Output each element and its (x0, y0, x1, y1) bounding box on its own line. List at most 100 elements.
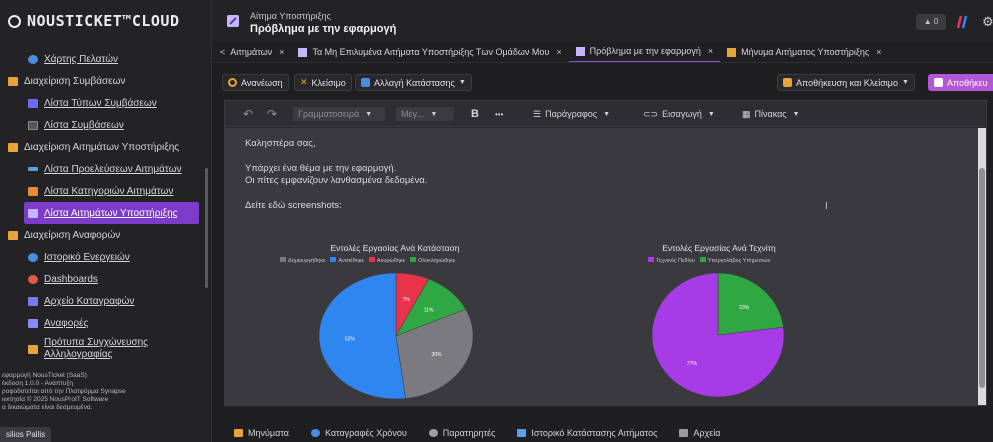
sidebar-item-mail-merge-templates[interactable]: Πρότυπα Συγχώνευσης Αλληλογραφίας (0, 334, 211, 364)
logo-icon (8, 14, 21, 28)
sidebar-group-tickets[interactable]: Διαχείριση Αιτημάτων Υποστήριξης (0, 136, 211, 158)
close-icon[interactable]: × (279, 47, 284, 57)
sidebar-item-logs[interactable]: Αρχείο Καταγραφών (0, 290, 211, 312)
legend-item[interactable]: Ανατέθηκε (325, 257, 364, 264)
legend-swatch (699, 257, 706, 262)
close-label: Κλείσιμο (311, 77, 346, 88)
legend-item[interactable]: Υπεργολάβος Υπηρεσιών (695, 257, 770, 264)
save-and-close-button[interactable]: Αποθήκευση και Κλείσιμο ▼ (777, 74, 915, 91)
editor-content[interactable]: Καλησπέρα σας, Υπάρχει ένα θέμα με την ε… (225, 128, 980, 405)
insert-menu[interactable]: ⊂⊃ Εισαγωγή ▼ (643, 107, 715, 121)
insert-label: Εισαγωγή (662, 109, 702, 119)
record-toolbar: Ανανέωση ✕ Κλείσιμο Αλλαγή Κατάστασης ▼ … (212, 63, 993, 103)
pie-chart-technician: 23% 77% (651, 272, 785, 398)
paragraph-icon: ☰ (533, 108, 542, 119)
footer-line: εφαρμογή NousTicket (SaaS) (2, 372, 87, 379)
pie-slice[interactable] (318, 272, 406, 400)
font-size-select[interactable]: Μέγ... ▼ (396, 107, 454, 121)
user-name-chip[interactable]: silios Pallis (0, 427, 52, 442)
tab-unresolved-tickets[interactable]: Τα Μη Επιλυμένα Αιτήματα Υποστήριξης Των… (291, 42, 568, 62)
paragraph-select[interactable]: ☰ Παράγραφος ▼ (533, 107, 610, 121)
table-icon: ▦ (742, 108, 751, 119)
brand-mark-icon[interactable] (955, 15, 969, 29)
sidebar-group-reports[interactable]: Διαχείριση Αναφορών (0, 224, 211, 246)
bold-button[interactable]: B (471, 107, 479, 121)
app-window: NOUSTICKET™CLOUD Χάρτης Πελατών Διαχείρι… (0, 0, 993, 442)
slice-label: 30% (431, 352, 442, 358)
font-family-select[interactable]: Γραμματοσειρά ▼ (293, 107, 385, 121)
watcher-icon (428, 429, 438, 437)
legend-item[interactable]: Ολοκληρώθηκε (405, 257, 455, 264)
refresh-button[interactable]: Ανανέωση (222, 74, 289, 91)
close-icon[interactable]: × (708, 46, 713, 56)
file-icon (679, 429, 689, 437)
table-menu[interactable]: ▦ Πίνακας ▼ (742, 107, 800, 121)
tab-messages[interactable]: Μηνύματα (234, 428, 289, 438)
legend-item[interactable]: Ακυρώθηκε (364, 257, 405, 264)
sidebar-item-tickets[interactable]: Λίστα Αιτημάτων Υποστήριξης (24, 202, 199, 224)
legend-label: Δημιουργήθηκε (288, 258, 326, 264)
record-type: Αίτημα Υποστήριξης (250, 11, 331, 21)
tab-current-ticket[interactable]: Πρόβλημα με την εφαρμογή × (568, 42, 721, 62)
source-icon (28, 167, 38, 171)
scrollbar-thumb[interactable] (979, 168, 985, 388)
sidebar-item-label: Πρότυπα Συγχώνευσης Αλληλογραφίας (44, 337, 148, 360)
close-record-button[interactable]: ✕ Κλείσιμο (294, 74, 352, 91)
tab-label: Τα Μη Επιλυμένα Αιτήματα Υποστήριξης Των… (312, 47, 550, 57)
category-icon (28, 186, 38, 196)
sidebar-item-reports[interactable]: Αναφορές (0, 312, 211, 334)
list-icon (28, 98, 38, 108)
more-options-button[interactable]: ••• (495, 107, 503, 121)
close-icon[interactable]: × (876, 47, 881, 57)
close-icon[interactable]: × (556, 47, 561, 57)
tab-files[interactable]: Αρχεία (679, 428, 720, 438)
legend-label: Ανατέθηκε (338, 258, 364, 264)
sidebar: NOUSTICKET™CLOUD Χάρτης Πελατών Διαχείρι… (0, 0, 212, 442)
gear-icon[interactable]: ⚙ (982, 14, 993, 30)
text-cursor-icon: I (825, 201, 828, 212)
tabs-back-button[interactable]: < (212, 47, 228, 57)
sidebar-item-dashboards[interactable]: Dashboards (0, 268, 211, 290)
tab-label: Παρατηρητές (442, 428, 496, 438)
tab-time-logs[interactable]: Καταγραφές Χρόνου (310, 428, 407, 438)
tab-ticket-message[interactable]: Μήνυμα Αιτήματος Υποστήριξης × (720, 42, 888, 62)
change-status-button[interactable]: Αλλαγή Κατάστασης ▼ (355, 74, 472, 91)
history-icon (28, 252, 38, 262)
sidebar-item-contract-types[interactable]: Λίστα Τύπων Συμβάσεων (0, 92, 211, 114)
sidebar-item-label: Αρχείο Καταγραφών (44, 295, 135, 307)
save-button[interactable]: Αποθήκευ (928, 74, 993, 91)
legend-label: Ακυρώθηκε (376, 258, 406, 264)
tab-status-history[interactable]: Ιστορικό Κατάστασης Αιτήματος (517, 428, 657, 438)
sidebar-item-label: Λίστα Συμβάσεων (44, 119, 124, 131)
legend-item[interactable]: Τεχνικός Πεδίου (643, 257, 695, 264)
sidebar-group-contracts[interactable]: Διαχείριση Συμβάσεων (0, 70, 211, 92)
undo-icon[interactable]: ↶ (243, 107, 253, 121)
tab-tickets[interactable]: Αιτημάτων × (228, 42, 291, 62)
sidebar-item-ticket-sources[interactable]: Λίστα Προελεύσεων Αιτημάτων (0, 158, 211, 180)
notifications-button[interactable]: ▲ 0 (916, 14, 946, 30)
chart-title: Εντολές Εργασίας Ανά Κατάσταση (330, 243, 460, 253)
redo-icon[interactable]: ↷ (267, 107, 277, 121)
footer-line: ιεκτησία © 2025 NousProIT Software (2, 396, 109, 403)
close-icon: ✕ (300, 77, 308, 87)
app-logo[interactable]: NOUSTICKET™CLOUD (0, 0, 211, 42)
template-icon (28, 344, 38, 354)
legend-label: Τεχνικός Πεδίου (656, 258, 695, 264)
ticket-icon (575, 46, 585, 56)
tab-watchers[interactable]: Παρατηρητές (428, 428, 496, 438)
folder-icon (8, 76, 18, 86)
sidebar-item-ticket-categories[interactable]: Λίστα Κατηγοριών Αιτημάτων (0, 180, 211, 202)
legend-item[interactable]: Δημιουργήθηκε (275, 257, 325, 264)
text-line: Καλησπέρα σας, (245, 138, 316, 149)
legend-swatch (330, 257, 337, 262)
sidebar-item-action-history[interactable]: Ιστορικό Ενεργειών (0, 246, 211, 268)
sidebar-item-contracts[interactable]: Λίστα Συμβάσεων (0, 114, 211, 136)
sidebar-item-customer-map[interactable]: Χάρτης Πελατών (0, 48, 211, 70)
chevron-down-icon: ▼ (365, 110, 373, 118)
editor-scrollbar[interactable] (978, 128, 986, 405)
footer-line: α δικαιώματα είναι δεσμευμένα. (2, 404, 93, 411)
pie-slice[interactable] (717, 272, 784, 336)
sidebar-scrollbar[interactable] (205, 168, 208, 288)
map-icon (28, 54, 38, 64)
sidebar-item-label: Αναφορές (44, 317, 89, 329)
